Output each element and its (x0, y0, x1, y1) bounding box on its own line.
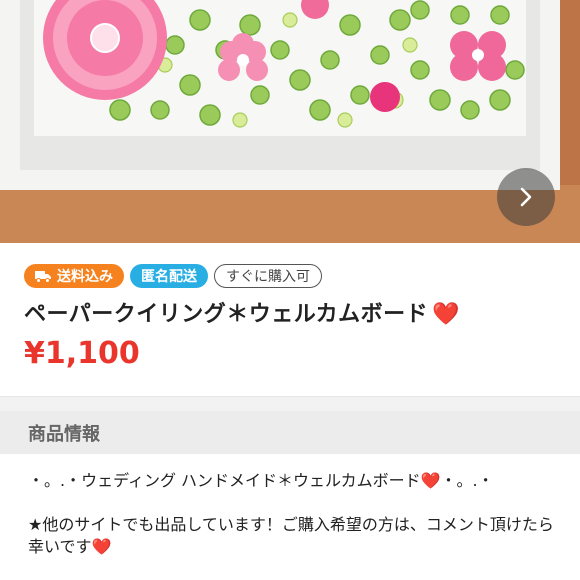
product-title-text: ペーパークイリング＊ウェルカムボード (24, 302, 429, 327)
product-title: ペーパークイリング＊ウェルカムボード ❤️ (24, 296, 460, 328)
quilling-artwork (0, 0, 580, 243)
product-info-header: 商品情報 (0, 411, 580, 454)
product-price: ¥1,100 (24, 336, 140, 371)
product-photo[interactable] (0, 0, 580, 243)
description-line-1-tail: ・。.・ (440, 471, 494, 490)
badge-row: 送料込み 匿名配送 すぐに購入可 (24, 264, 322, 288)
section-divider (0, 396, 580, 411)
product-description: ・。.・ウェディング ハンドメイド＊ウェルカムボード❤️・。.・ ★他のサイトで… (28, 470, 558, 558)
anonymous-shipping-label: 匿名配送 (141, 269, 197, 285)
heart-icon: ❤️ (91, 537, 112, 556)
free-shipping-label: 送料込み (57, 269, 113, 285)
instant-buy-badge: すぐに購入可 (214, 264, 322, 288)
heart-icon: ❤️ (420, 471, 441, 490)
next-image-button[interactable] (497, 168, 555, 226)
product-info-heading: 商品情報 (28, 423, 100, 445)
chevron-right-icon (520, 187, 532, 207)
free-shipping-badge: 送料込み (24, 264, 124, 288)
anonymous-shipping-badge: 匿名配送 (130, 264, 208, 288)
description-line-1: ・。.・ウェディング ハンドメイド＊ウェルカムボード❤️・。.・ (28, 470, 558, 492)
truck-icon (35, 270, 51, 283)
description-line-2: ★他のサイトでも出品しています！ご購入希望の方は、コメント頂けたら幸いです❤️ (28, 514, 558, 558)
description-line-1-text: ・。.・ウェディング ハンドメイド＊ウェルカムボード (28, 471, 421, 490)
instant-buy-label: すぐに購入可 (226, 269, 310, 285)
heart-icon: ❤️ (432, 302, 461, 327)
